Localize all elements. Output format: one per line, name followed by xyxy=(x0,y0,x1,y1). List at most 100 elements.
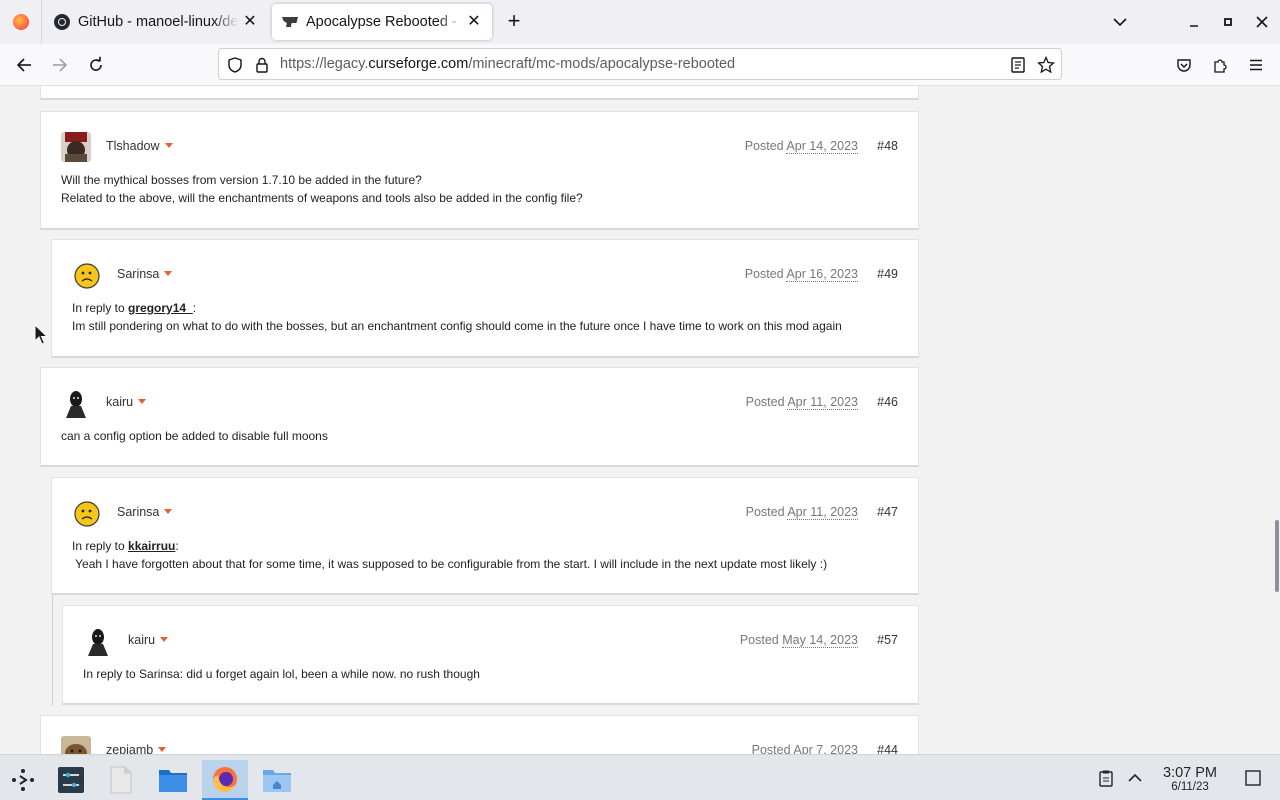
comment-text: can a config option be added to disable … xyxy=(61,429,328,443)
comment-card xyxy=(40,86,919,100)
minimize-button[interactable] xyxy=(1184,12,1204,32)
reader-view-icon[interactable] xyxy=(1009,56,1027,74)
forward-button[interactable] xyxy=(46,52,74,78)
comment-text: Will the mythical bosses from version 1.… xyxy=(61,173,422,187)
tab-apocalypse-rebooted[interactable]: Apocalypse Rebooted - M ✕ xyxy=(272,4,492,40)
puzzle-icon xyxy=(1214,59,1227,73)
comment-date: Posted Apr 14, 2023 xyxy=(744,139,858,154)
comment-author[interactable]: Sarinsa xyxy=(117,267,173,281)
home-folder-icon xyxy=(263,770,291,792)
caret-down-icon[interactable] xyxy=(158,747,167,752)
comment-author[interactable]: zepjamb xyxy=(106,743,167,754)
list-all-tabs-button[interactable] xyxy=(1110,12,1130,32)
application-launcher[interactable] xyxy=(0,760,46,800)
firefox-view-button[interactable] xyxy=(0,0,42,44)
mouse-pointer-icon xyxy=(34,324,48,345)
caret-down-icon[interactable] xyxy=(164,143,173,148)
comment-text: Im still pondering on what to do with th… xyxy=(72,319,842,333)
firefox-icon xyxy=(12,14,29,30)
pocket-icon xyxy=(1177,59,1191,72)
comment-number[interactable]: #46 xyxy=(877,395,898,409)
app-menu-button[interactable] xyxy=(1242,52,1270,78)
avatar[interactable] xyxy=(72,260,102,290)
close-window-button[interactable] xyxy=(1252,12,1272,32)
hamburger-menu-icon xyxy=(1250,59,1262,71)
maximize-button[interactable] xyxy=(1218,12,1238,32)
back-button[interactable] xyxy=(10,52,38,78)
arrow-right-icon xyxy=(53,58,68,72)
bookmark-star-icon[interactable] xyxy=(1037,56,1055,74)
comment-text: In reply to Sarinsa: did u forget again … xyxy=(83,667,480,681)
caret-down-icon[interactable] xyxy=(164,271,173,276)
extensions-button[interactable] xyxy=(1206,52,1234,78)
comment-number[interactable]: #57 xyxy=(877,633,898,647)
taskbar-settings[interactable] xyxy=(48,760,94,800)
curseforge-icon xyxy=(282,14,298,30)
lock-icon[interactable] xyxy=(253,56,271,74)
show-desktop-button[interactable] xyxy=(1244,769,1262,787)
comment-text: Yeah I have forgotten about that for som… xyxy=(72,557,828,571)
settings-sliders-icon xyxy=(58,767,84,793)
comment-text: Related to the above, will the enchantme… xyxy=(61,191,583,205)
clipboard-icon xyxy=(1099,770,1113,787)
avatar[interactable] xyxy=(61,736,91,754)
comment-number[interactable]: #44 xyxy=(877,743,898,754)
chevron-down-icon xyxy=(1113,18,1127,27)
comment-card: zepjamb Posted Apr 7, 2023 #44 xyxy=(40,715,919,754)
scrollbar-thumb[interactable] xyxy=(1275,520,1279,592)
comment-author[interactable]: kairu xyxy=(106,395,147,409)
tab-title: GitHub - manoel-linux/de xyxy=(78,14,238,30)
caret-down-icon[interactable] xyxy=(138,399,147,404)
reply-quote: In reply to kkairruu: xyxy=(72,539,179,553)
comment-number[interactable]: #49 xyxy=(877,267,898,281)
close-icon[interactable]: ✕ xyxy=(242,14,258,30)
desktop-icon xyxy=(1245,770,1261,786)
comment-author[interactable]: Tlshadow xyxy=(106,139,173,153)
tab-title: Apocalypse Rebooted - M xyxy=(306,14,462,30)
avatar[interactable] xyxy=(61,388,91,418)
close-icon[interactable]: ✕ xyxy=(466,14,482,30)
folder-icon xyxy=(159,770,187,792)
reply-quote: In reply to gregory14_: xyxy=(72,301,197,315)
tab-strip: GitHub - manoel-linux/de ✕ Apocalypse Re… xyxy=(0,0,1280,44)
page-content: Tlshadow Posted Apr 14, 2023 #48 Will th… xyxy=(0,86,1280,754)
chevron-up-icon xyxy=(1128,773,1142,782)
reload-button[interactable] xyxy=(82,52,110,78)
avatar[interactable] xyxy=(61,132,91,162)
comment-date: Posted May 14, 2023 xyxy=(739,633,858,648)
comment-card: Sarinsa Posted Apr 16, 2023 #49 In reply… xyxy=(51,239,919,358)
comment-number[interactable]: #48 xyxy=(877,139,898,153)
comment-date: Posted Apr 11, 2023 xyxy=(745,505,858,520)
comment-card: Sarinsa Posted Apr 11, 2023 #47 In reply… xyxy=(51,477,919,595)
comment-number[interactable]: #47 xyxy=(877,505,898,519)
clock-date: 6/11/23 xyxy=(1171,781,1209,793)
github-icon xyxy=(54,14,70,30)
caret-down-icon[interactable] xyxy=(160,637,169,642)
taskbar-home-folder[interactable] xyxy=(254,760,300,800)
comment-card: kairu Posted Apr 11, 2023 #46 can a conf… xyxy=(40,367,919,467)
clipboard-tray[interactable] xyxy=(1097,769,1115,787)
reply-user-link[interactable]: gregory14_ xyxy=(128,301,193,315)
taskbar-file[interactable] xyxy=(98,760,144,800)
tab-github[interactable]: GitHub - manoel-linux/de ✕ xyxy=(44,4,268,40)
taskbar-firefox[interactable] xyxy=(202,760,248,800)
firefox-icon xyxy=(213,767,237,793)
clock[interactable]: 3:07 PM 6/11/23 xyxy=(1150,765,1230,794)
new-tab-button[interactable]: + xyxy=(502,10,526,34)
url-text[interactable]: https://legacy.curseforge.com/minecraft/… xyxy=(280,56,735,72)
avatar[interactable] xyxy=(72,498,102,528)
tray-expand-button[interactable] xyxy=(1126,769,1144,787)
clock-time: 3:07 PM xyxy=(1163,765,1217,781)
comment-author[interactable]: Sarinsa xyxy=(117,505,173,519)
caret-down-icon[interactable] xyxy=(164,509,173,514)
launcher-icon xyxy=(12,769,34,791)
comment-author[interactable]: kairu xyxy=(128,633,169,647)
comment-date: Posted Apr 11, 2023 xyxy=(745,395,858,410)
thread-line xyxy=(52,594,53,706)
taskbar-folder[interactable] xyxy=(150,760,196,800)
address-bar[interactable]: https://legacy.curseforge.com/minecraft/… xyxy=(218,48,1062,80)
shield-icon[interactable] xyxy=(226,56,244,74)
reply-user-link[interactable]: kkairruu xyxy=(128,539,175,553)
pocket-button[interactable] xyxy=(1170,52,1198,78)
avatar[interactable] xyxy=(83,626,113,656)
